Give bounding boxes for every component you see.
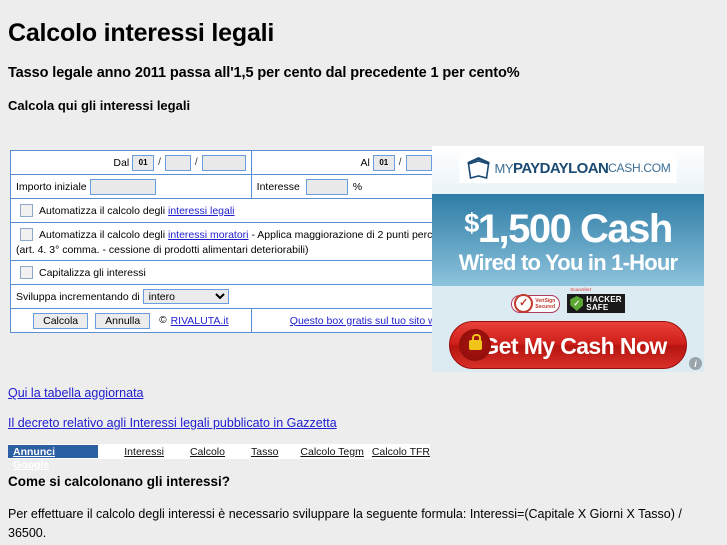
interessi-moratori-link[interactable]: interessi moratori <box>168 229 249 241</box>
advertisement-banner[interactable]: MY PAYDAYLOAN CASH.COM $1,500 Cash Wired… <box>432 146 704 372</box>
scanalert-text: ScanAlert <box>570 287 592 292</box>
interessi-moratori-row: Automatizza il calcolo degli interessi m… <box>9 222 493 261</box>
al-slash-1: / <box>398 157 402 168</box>
actions-row: Calcola Annulla © RIVALUTA.it Questo box… <box>10 308 493 333</box>
capitalizza-row: Capitalizza gli interessi <box>9 260 493 285</box>
dal-month-input[interactable] <box>164 154 191 171</box>
annunci-google-badge[interactable]: Annunci Google <box>8 445 99 471</box>
calcola-button[interactable]: Calcola <box>33 312 89 329</box>
google-ad-keyword-calcolo-tfr[interactable]: Calcolo TFR <box>372 446 430 458</box>
google-ad-keyword-tasso[interactable]: Tasso <box>251 446 278 458</box>
page-tagline: Calcola qui gli interessi legali <box>8 98 191 113</box>
lock-icon <box>459 329 491 361</box>
interessi-legali-text: Automatizza il calcolo degli <box>39 204 166 217</box>
ad-logo-thin: CASH.COM <box>608 161 671 175</box>
decreto-link-row: Il decreto relativo agli Interessi legal… <box>8 416 337 430</box>
verisign-text: VeriSign Secured <box>535 298 555 310</box>
ad-headline-band: $1,500 Cash Wired to You in 1-Hour <box>432 194 704 286</box>
ad-subline: Wired to You in 1-Hour <box>458 250 678 275</box>
al-month-input[interactable] <box>405 154 432 171</box>
amount-rate-row: Importo iniziale Interesse % <box>10 174 493 199</box>
ad-info-icon[interactable]: i <box>689 357 702 370</box>
importo-label: Importo iniziale <box>16 180 87 193</box>
hacker-safe-badge-icon: ScanAlert ✓ HACKER SAFE <box>567 287 625 313</box>
verisign-secured-badge-icon: ✓ VeriSign Secured <box>511 294 561 313</box>
google-ad-keyword-interessi[interactable]: Interessi <box>124 446 164 458</box>
get-my-cash-now-button[interactable]: Get My Cash Now <box>449 321 687 369</box>
shield-icon: ✓ <box>570 296 584 311</box>
checkmark-icon: ✓ <box>514 294 534 313</box>
page-title: Calcolo interessi legali <box>8 19 275 47</box>
interesse-label: Interesse <box>256 180 300 193</box>
decreto-gazzetta-link[interactable]: Il decreto relativo agli Interessi legal… <box>8 416 337 430</box>
ad-headline: $1,500 Cash <box>432 202 704 250</box>
google-ad-keyword-calcolo-tegm[interactable]: Calcolo Tegm <box>300 446 363 458</box>
box-gratis-link[interactable]: Questo box gratis sul tuo sito web? <box>290 315 453 327</box>
interessi-moratori-text: Automatizza il calcolo degli <box>39 228 166 241</box>
sviluppa-select[interactable]: intero <box>142 289 229 304</box>
interessi-legali-row: Automatizza il calcolo degli interessi l… <box>9 198 493 223</box>
copyright-icon: © <box>159 315 167 326</box>
sviluppa-row: Sviluppa incrementando di intero <box>9 284 493 309</box>
rivaluta-link[interactable]: RIVALUTA.it <box>171 315 229 327</box>
ad-amount: 1,500 Cash <box>477 207 674 251</box>
interessi-moratori-checkbox[interactable] <box>20 228 33 241</box>
dal-day-input[interactable] <box>132 154 155 171</box>
interessi-moratori-note: (art. 4. 3° comma. - cessione di prodott… <box>16 244 309 256</box>
sviluppa-cell: Sviluppa incrementando di intero <box>11 285 491 308</box>
dal-label: Dal <box>113 156 130 169</box>
verisign-line2: Secured <box>535 303 555 310</box>
tabella-aggiornata-link[interactable]: Qui la tabella aggiornata <box>8 386 144 400</box>
ad-logo-band: MY PAYDAYLOAN CASH.COM <box>432 146 704 194</box>
capitalizza-cell: Capitalizza gli interessi <box>11 261 491 284</box>
dal-year-input[interactable] <box>201 154 246 171</box>
interest-calculator-form: Dal / / Al / / <box>9 150 493 333</box>
percent-symbol: % <box>352 180 363 193</box>
actions-cell: Calcola Annulla © RIVALUTA.it <box>11 309 251 332</box>
capitalizza-label: Capitalizza gli interessi <box>39 266 146 279</box>
dal-slash-2: / <box>194 157 198 168</box>
ad-logo: MY PAYDAYLOAN CASH.COM <box>459 153 677 183</box>
interessi-legali-checkbox[interactable] <box>20 204 33 217</box>
article-body: Per effettuare il calcolo degli interess… <box>8 507 682 540</box>
interessi-moratori-cell: Automatizza il calcolo degli interessi m… <box>11 223 491 243</box>
ad-logo-bold: PAYDAYLOAN <box>513 159 609 177</box>
capitalizza-checkbox[interactable] <box>20 266 33 279</box>
hacker-line2: SAFE <box>586 302 609 312</box>
dal-cell: Dal / / <box>11 151 251 174</box>
article-heading: Come si calcolonano gli interessi? <box>8 474 231 489</box>
interessi-legali-cell: Automatizza il calcolo degli interessi l… <box>11 199 491 222</box>
al-day-input[interactable] <box>372 154 395 171</box>
importo-input[interactable] <box>89 178 156 195</box>
al-label: Al <box>360 156 370 169</box>
cta-label: Get My Cash Now <box>481 333 667 359</box>
annulla-button[interactable]: Annulla <box>95 312 151 329</box>
google-ads-bar: Annunci Google Interessi Calcolo Tasso C… <box>8 444 430 471</box>
interesse-input[interactable] <box>305 178 348 195</box>
page-subtitle: Tasso legale anno 2011 passa all'1,5 per… <box>8 65 520 81</box>
date-range-row: Dal / / Al / / <box>10 150 493 175</box>
google-ad-keyword-calcolo[interactable]: Calcolo <box>190 446 225 458</box>
paydayloan-mark-icon <box>466 156 492 180</box>
tabella-link-row: Qui la tabella aggiornata <box>8 386 144 400</box>
ad-logo-my: MY <box>494 160 514 176</box>
interessi-legali-link[interactable]: interessi legali <box>168 205 235 217</box>
importo-cell: Importo iniziale <box>11 175 251 198</box>
ad-trust-badges: ✓ VeriSign Secured ScanAlert ✓ HACKER SA… <box>432 286 704 317</box>
sviluppa-label: Sviluppa incrementando di <box>16 290 140 303</box>
ad-dollar-sign: $ <box>464 208 479 238</box>
hacker-safe-text: HACKER SAFE <box>586 295 621 312</box>
calculator-table: Dal / / Al / / <box>9 150 493 333</box>
dal-slash-1: / <box>158 157 161 168</box>
